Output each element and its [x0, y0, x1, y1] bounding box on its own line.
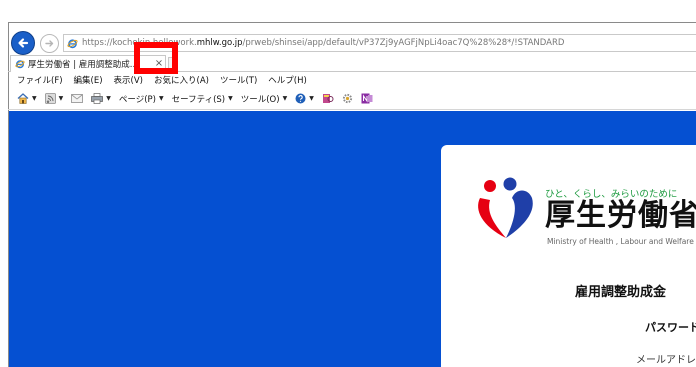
feed-icon	[44, 93, 56, 104]
help-button[interactable]: ▼	[295, 93, 314, 104]
tools-menu-button[interactable]: ツール(O) ▼	[241, 93, 287, 105]
research-icon	[322, 94, 334, 103]
mail-icon	[71, 94, 84, 103]
page-menu-label: ページ(P)	[118, 94, 156, 105]
chevron-down-icon: ▼	[58, 95, 64, 102]
feeds-button[interactable]: ▼	[44, 93, 64, 104]
print-button[interactable]: ▼	[91, 93, 111, 104]
forward-button[interactable]	[40, 34, 59, 53]
gear-icon	[342, 93, 352, 104]
menu-favorites[interactable]: お気に入り(A)	[154, 74, 209, 86]
logo-english-name: Ministry of Health , Labour and Welfare	[547, 237, 694, 246]
chevron-down-icon: ▼	[228, 95, 233, 102]
chevron-down-icon: ▼	[32, 95, 37, 102]
menu-edit[interactable]: 編集(E)	[74, 74, 103, 86]
chevron-down-icon: ▼	[309, 95, 314, 102]
menu-help[interactable]: ヘルプ(H)	[268, 74, 307, 86]
page-menu-button[interactable]: ページ(P) ▼	[119, 93, 164, 105]
close-button-highlight	[134, 42, 178, 74]
page-title: 雇用調整助成金	[575, 285, 667, 300]
printer-icon	[91, 93, 104, 104]
address-row: https://kochokin.hellowork.mhlw.go.jp/pr…	[8, 30, 696, 56]
home-button[interactable]: ▼	[17, 93, 37, 104]
help-icon	[295, 93, 306, 104]
menu-tools[interactable]: ツール(T)	[220, 74, 257, 86]
menu-bar: ファイル(F) 編集(E) 表示(V) お気に入り(A) ツール(T) ヘルプ(…	[8, 72, 696, 88]
home-icon	[17, 93, 29, 104]
chevron-down-icon: ▼	[282, 95, 288, 102]
ie-icon	[15, 60, 25, 69]
onenote-button[interactable]	[361, 93, 373, 104]
chevron-down-icon: ▼	[158, 95, 164, 102]
mhlw-logo-icon	[478, 177, 533, 238]
chevron-down-icon: ▼	[106, 95, 111, 102]
safety-menu-label: セーフティ(S)	[171, 94, 226, 105]
safety-menu-button[interactable]: セーフティ(S) ▼	[172, 93, 233, 105]
arrow-left-icon	[18, 38, 29, 48]
back-button[interactable]	[11, 31, 35, 55]
tab-title: 厚生労働省 | 雇用調整助成...	[28, 60, 138, 70]
research-button[interactable]	[322, 93, 334, 104]
email-field-label: メールアドレス	[636, 355, 696, 366]
logo-name: 厚生労働省	[545, 198, 696, 233]
menu-view[interactable]: 表示(V)	[114, 74, 143, 86]
command-bar: ▼ ▼ ▼ ページ(P) ▼ セーフティ(S) ▼ ツール(O) ▼ ▼	[8, 88, 696, 110]
section-title: パスワード	[645, 321, 696, 334]
settings-button[interactable]	[342, 93, 353, 104]
onenote-icon	[361, 93, 373, 104]
mail-button[interactable]	[71, 94, 84, 103]
tools-menu-label: ツール(O)	[240, 94, 280, 105]
menu-file[interactable]: ファイル(F)	[17, 74, 63, 86]
arrow-right-icon	[45, 40, 54, 47]
ie-icon	[67, 38, 78, 48]
tab-strip: 厚生労働省 | 雇用調整助成... ×	[8, 55, 696, 72]
